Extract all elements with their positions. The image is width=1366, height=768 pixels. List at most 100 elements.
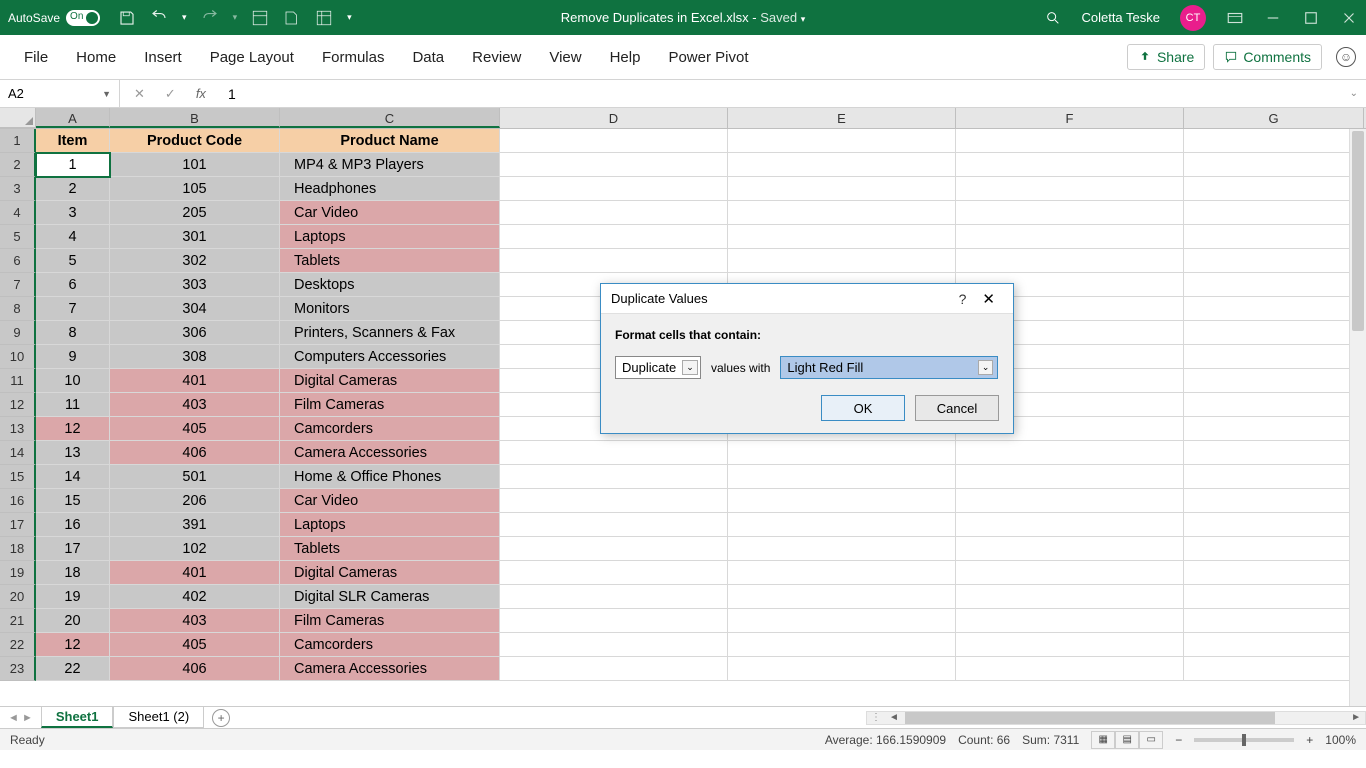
cell[interactable] (956, 609, 1184, 633)
cell[interactable] (956, 657, 1184, 681)
dialog-help-icon[interactable]: ? (951, 291, 975, 307)
column-header[interactable]: B (110, 108, 280, 128)
cell[interactable] (728, 561, 956, 585)
cell[interactable]: Printers, Scanners & Fax (280, 321, 500, 345)
column-header[interactable]: D (500, 108, 728, 128)
cell[interactable] (500, 489, 728, 513)
row-header[interactable]: 12 (0, 393, 36, 417)
cell[interactable] (1184, 561, 1364, 585)
sheet-tab-nav[interactable]: ◄ ► (0, 712, 41, 724)
row-header[interactable]: 13 (0, 417, 36, 441)
column-header[interactable]: F (956, 108, 1184, 128)
column-header[interactable]: G (1184, 108, 1364, 128)
cell[interactable] (1184, 465, 1364, 489)
cell[interactable]: Camcorders (280, 633, 500, 657)
row-header[interactable]: 2 (0, 153, 36, 177)
cell[interactable] (1184, 249, 1364, 273)
cell[interactable] (500, 657, 728, 681)
cell[interactable] (1184, 609, 1364, 633)
cell[interactable]: 3 (36, 201, 110, 225)
cell[interactable] (1184, 393, 1364, 417)
cell[interactable] (500, 537, 728, 561)
dialog-close-icon[interactable]: ✕ (974, 290, 1003, 308)
cell[interactable]: Digital Cameras (280, 369, 500, 393)
cell[interactable]: 406 (110, 657, 280, 681)
cell[interactable]: Computers Accessories (280, 345, 500, 369)
cell[interactable]: 8 (36, 321, 110, 345)
cell[interactable]: 9 (36, 345, 110, 369)
cell[interactable]: 18 (36, 561, 110, 585)
cell[interactable] (956, 249, 1184, 273)
cell[interactable]: Digital SLR Cameras (280, 585, 500, 609)
duplicate-mode-combo[interactable]: Duplicate ⌄ (615, 356, 701, 379)
cell[interactable]: 206 (110, 489, 280, 513)
cell[interactable]: Film Cameras (280, 393, 500, 417)
cell[interactable] (728, 177, 956, 201)
ribbon-tab-formulas[interactable]: Formulas (308, 49, 399, 66)
zoom-slider[interactable] (1194, 738, 1294, 742)
cell[interactable] (1184, 489, 1364, 513)
row-header[interactable]: 14 (0, 441, 36, 465)
cell[interactable] (728, 441, 956, 465)
ribbon-mode-icon[interactable] (1226, 9, 1244, 27)
cell[interactable]: 12 (36, 417, 110, 441)
cell[interactable]: Car Video (280, 201, 500, 225)
cell[interactable] (956, 177, 1184, 201)
avatar[interactable]: CT (1180, 5, 1206, 31)
cell[interactable] (500, 177, 728, 201)
cell[interactable] (728, 513, 956, 537)
row-header[interactable]: 18 (0, 537, 36, 561)
cell[interactable] (1184, 297, 1364, 321)
format-style-combo[interactable]: Light Red Fill ⌄ (780, 356, 998, 379)
spellcheck-icon[interactable] (283, 9, 301, 27)
cell[interactable]: 402 (110, 585, 280, 609)
autosave-toggle[interactable]: On (66, 10, 100, 26)
cell[interactable] (1184, 129, 1364, 153)
row-header[interactable]: 11 (0, 369, 36, 393)
cell[interactable] (1184, 417, 1364, 441)
cell[interactable] (728, 657, 956, 681)
cell[interactable]: 391 (110, 513, 280, 537)
cell[interactable] (500, 513, 728, 537)
cell[interactable]: 301 (110, 225, 280, 249)
cell[interactable] (1184, 537, 1364, 561)
cell[interactable]: 20 (36, 609, 110, 633)
cell[interactable]: 14 (36, 465, 110, 489)
cell[interactable] (500, 201, 728, 225)
cell[interactable] (1184, 201, 1364, 225)
cell[interactable] (956, 537, 1184, 561)
row-header[interactable]: 21 (0, 609, 36, 633)
ribbon-tab-data[interactable]: Data (398, 49, 458, 66)
maximize-icon[interactable] (1302, 9, 1320, 27)
cell[interactable]: 401 (110, 369, 280, 393)
ribbon-tab-review[interactable]: Review (458, 49, 535, 66)
chevron-down-icon[interactable]: ▼ (102, 89, 111, 99)
row-header[interactable]: 7 (0, 273, 36, 297)
cell[interactable]: 401 (110, 561, 280, 585)
cell[interactable] (728, 249, 956, 273)
row-header[interactable]: 3 (0, 177, 36, 201)
cell[interactable]: 101 (110, 153, 280, 177)
formula-input[interactable] (220, 86, 1342, 102)
cell[interactable] (728, 153, 956, 177)
ribbon-tab-file[interactable]: File (10, 49, 62, 66)
row-header[interactable]: 20 (0, 585, 36, 609)
cell[interactable] (500, 561, 728, 585)
cell[interactable]: Headphones (280, 177, 500, 201)
normal-view-icon[interactable]: ▦ (1091, 731, 1115, 749)
cell[interactable] (956, 633, 1184, 657)
undo-icon[interactable] (150, 9, 168, 27)
cell[interactable]: 303 (110, 273, 280, 297)
cancel-formula-icon[interactable]: ✕ (134, 86, 145, 102)
cell[interactable] (956, 225, 1184, 249)
cell[interactable] (500, 153, 728, 177)
column-header[interactable]: E (728, 108, 956, 128)
cell[interactable] (1184, 657, 1364, 681)
cell[interactable] (1184, 513, 1364, 537)
cell[interactable] (956, 441, 1184, 465)
cell[interactable] (956, 489, 1184, 513)
cell[interactable]: 22 (36, 657, 110, 681)
row-header[interactable]: 1 (0, 129, 36, 153)
zoom-in-icon[interactable]: + (1306, 733, 1313, 747)
cell[interactable]: Camcorders (280, 417, 500, 441)
